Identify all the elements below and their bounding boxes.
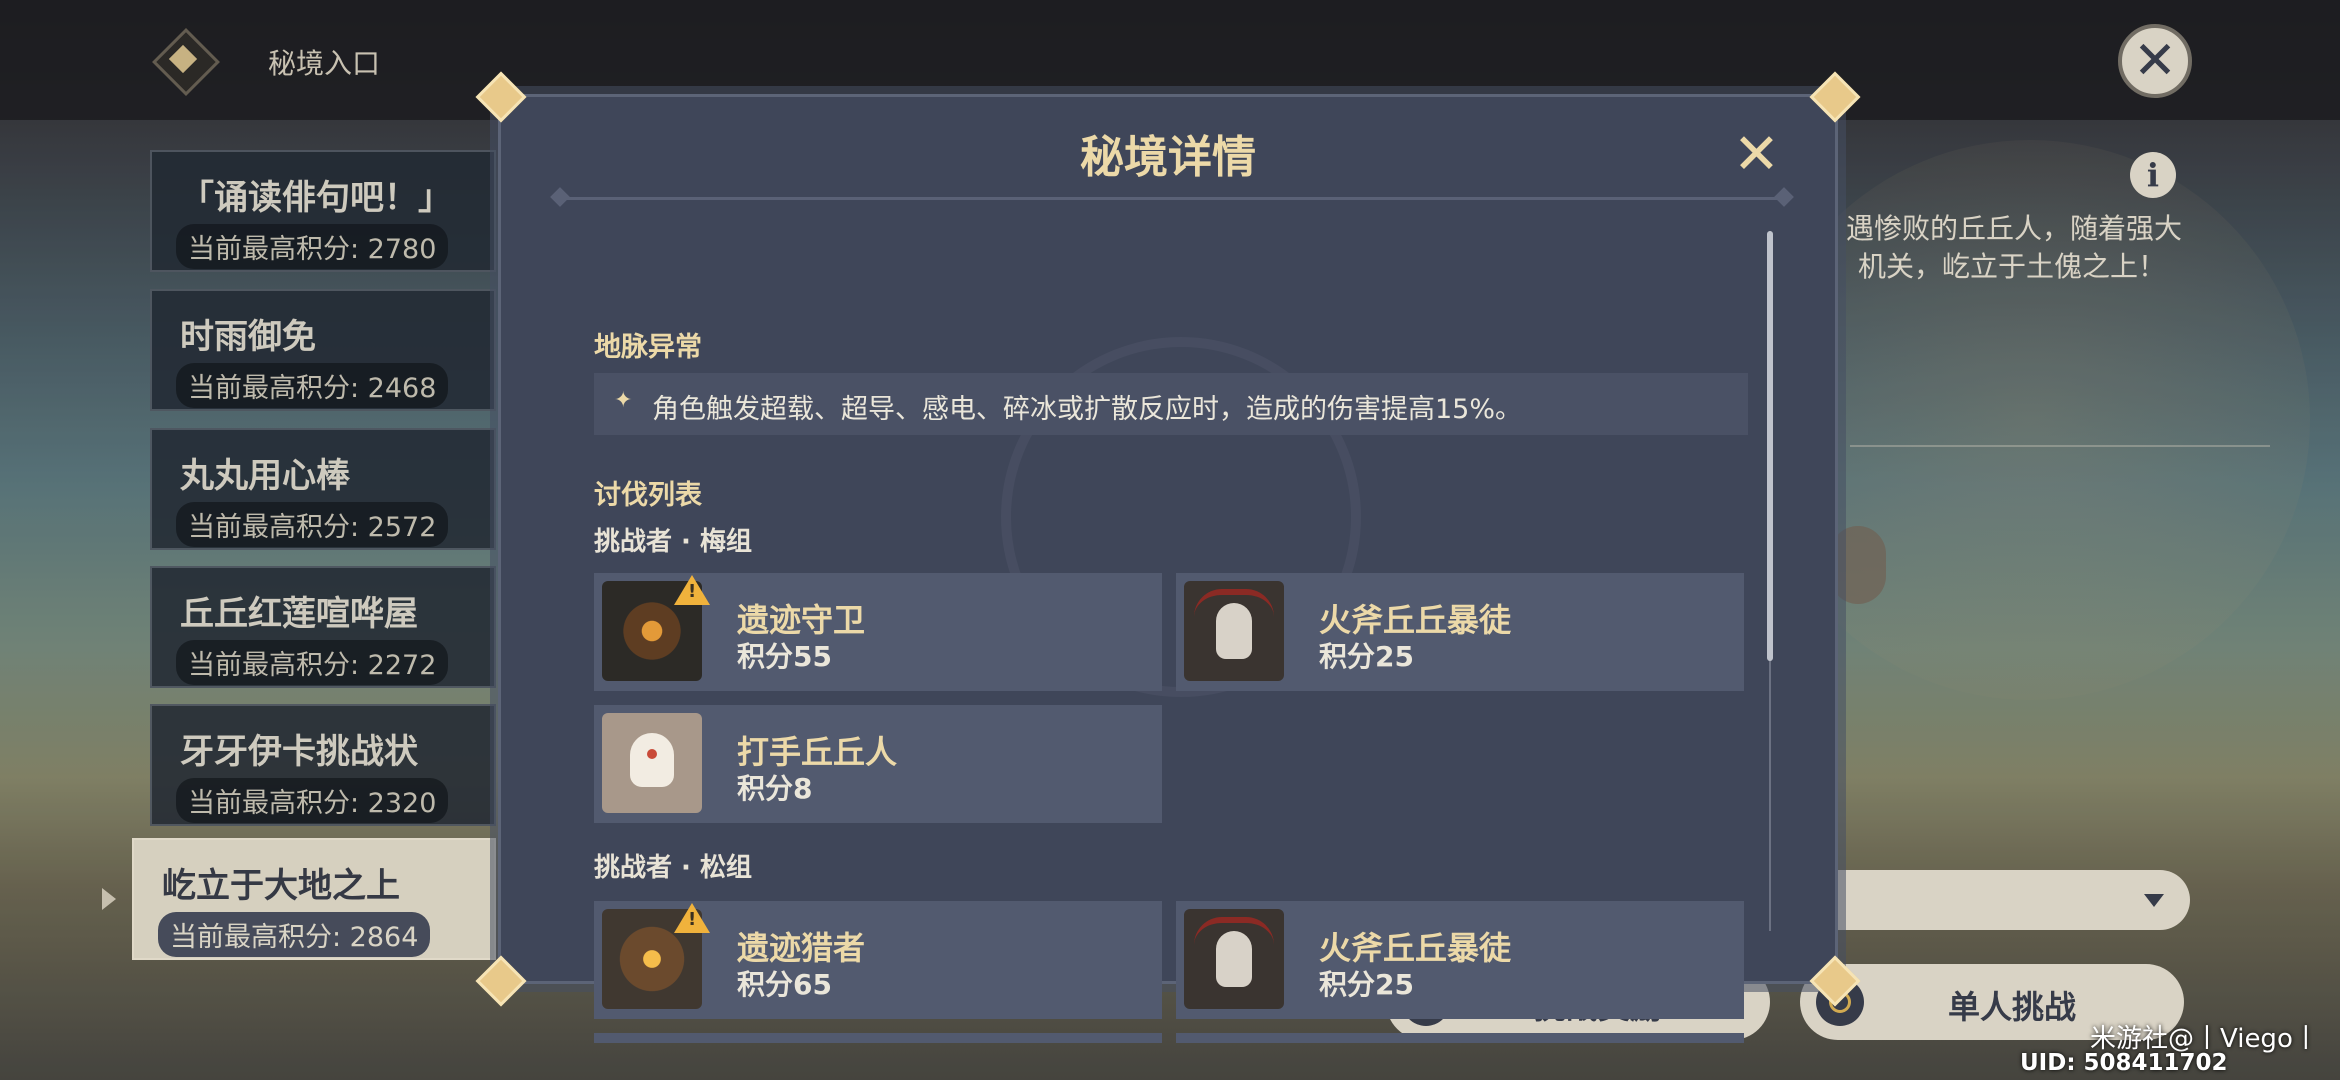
player-uid: UID: 508411702 [2020,1050,2228,1076]
dialog-title: 秘境详情 [1080,132,1256,183]
scrollbar-thumb[interactable] [1767,231,1773,661]
enemy-card[interactable]: ! 遗迹猎者 积分65 [594,901,1162,1019]
close-dialog-button[interactable]: ✕ [1733,127,1780,183]
domain-details-dialog: 秘境详情 ✕ 地脉异常 ✦ 角色触发超载、超导、感电、碎冰或扩散反应时，造成的伤… [475,71,1861,1043]
group-heading: 挑战者 · 梅组 [594,527,752,557]
enemy-list-heading: 讨伐列表 [594,480,702,511]
enemy-card[interactable]: ! 遗迹守卫 积分55 [594,573,1162,691]
enemy-points: 积分25 [1319,640,1414,673]
ley-line-effect: ✦ 角色触发超载、超导、感电、碎冰或扩散反应时，造成的伤害提高15%。 [594,373,1748,435]
enemy-points: 积分25 [1319,968,1414,1001]
sparkle-icon: ✦ [614,388,633,413]
warning-icon: ! [674,903,710,933]
enemy-card-partial[interactable] [1176,1033,1744,1043]
enemy-card[interactable]: 火斧丘丘暴徒 积分25 [1176,573,1744,691]
enemy-card[interactable]: 打手丘丘人 积分8 [594,705,1162,823]
warning-icon: ! [674,575,710,605]
hilichurl-fighter-portrait [602,713,702,813]
enemy-card-partial[interactable] [594,1033,1162,1043]
enemy-points: 积分65 [737,968,832,1001]
enemy-points: 积分8 [737,772,813,805]
enemy-card[interactable]: 火斧丘丘暴徒 积分25 [1176,901,1744,1019]
group-heading: 挑战者 · 松组 [594,853,752,883]
ley-line-heading: 地脉异常 [594,332,702,363]
pyro-axe-mitachurl-portrait [1184,581,1284,681]
effect-text: 角色触发超载、超导、感电、碎冰或扩散反应时，造成的伤害提高15%。 [652,394,1523,425]
enemy-points: 积分55 [737,640,832,673]
title-divider [557,197,1787,200]
pyro-axe-mitachurl-portrait [1184,909,1284,1009]
